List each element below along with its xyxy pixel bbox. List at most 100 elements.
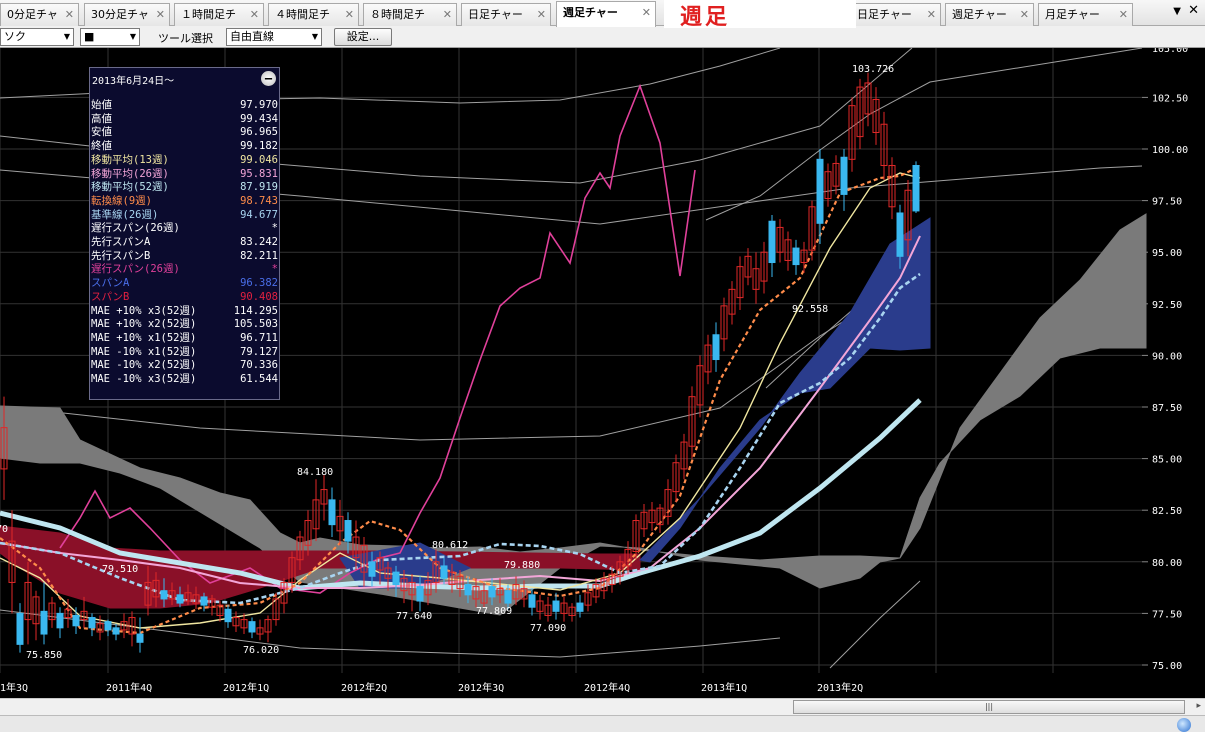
chart-tab[interactable]: 30分足チャ ✕ (84, 3, 170, 26)
candle-body (552, 600, 560, 612)
color-select[interactable]: ■ ▼ (80, 28, 140, 46)
info-row-value: 82.211 (240, 249, 278, 262)
info-row-value: 99.434 (240, 112, 278, 125)
chart-tab[interactable]: 月足チャー ✕ (1038, 3, 1133, 26)
drawing-tool-value: 自由直線 (230, 30, 274, 43)
candle-body (440, 565, 448, 579)
candle-body (56, 612, 64, 629)
candle-body (896, 212, 904, 257)
info-row-label: 移動平均(26週) (91, 167, 169, 180)
close-tab-icon[interactable]: ✕ (345, 4, 354, 25)
horizontal-scrollbar[interactable]: ||| ▸ (0, 698, 1205, 715)
info-row: 移動平均(52週) 87.919 (91, 180, 278, 194)
chevron-down-icon: ▼ (311, 32, 318, 41)
candle-body (104, 621, 112, 631)
info-row-value: 96.965 (240, 126, 278, 139)
info-row-value: 79.127 (240, 345, 278, 358)
price-annotation: 77.090 (530, 623, 566, 634)
close-tab-icon[interactable]: ✕ (1020, 4, 1029, 25)
info-row-value: 61.544 (240, 373, 278, 385)
time-axis-label: 2012年3Q (458, 681, 504, 694)
candle-body (528, 594, 536, 608)
price-annotation: 75.850 (26, 650, 62, 661)
close-tab-icon[interactable]: ✕ (537, 4, 546, 25)
chart-tab[interactable]: １時間足チ ✕ (174, 3, 264, 26)
chart-tab[interactable]: 週足チャー ✕ (945, 3, 1034, 26)
price-annotation: 79.510 (102, 564, 138, 575)
time-axis-label: 2011年4Q (106, 681, 152, 694)
candle-body (40, 610, 48, 635)
info-row-label: 遅行スパン(26週) (91, 222, 180, 235)
candle-body (576, 602, 584, 612)
candle-body (768, 220, 776, 264)
price-annotation: 80.612 (432, 540, 468, 551)
close-tab-icon[interactable]: ✕ (156, 4, 165, 25)
candle-body (504, 590, 512, 604)
scroll-right-icon[interactable]: ▸ (1196, 701, 1201, 711)
info-row-label: 高値 (91, 112, 112, 125)
chart-tab[interactable]: 0分足チャ ✕ (0, 3, 79, 26)
info-row-label: 転換線(9週) (91, 194, 152, 207)
chart-tab[interactable]: 日足チャー ✕ (850, 3, 941, 26)
drawing-tool-select[interactable]: 自由直線 ▼ (226, 28, 322, 46)
info-row-label: 移動平均(52週) (91, 181, 169, 194)
overlay-title-text: 週足 (680, 4, 731, 30)
chart-tab[interactable]: 週足チャー ✕ (556, 1, 656, 27)
chart-type-value: ソク (4, 30, 26, 43)
price-annotation: 77.809 (476, 606, 512, 617)
info-row: 始値 97.970 (91, 98, 278, 112)
candle-body (840, 156, 848, 195)
scrollbar-thumb[interactable]: ||| (793, 700, 1185, 714)
chart-tab[interactable]: ４時間足チ ✕ (268, 3, 359, 26)
info-row: 遅行スパン(26週) * (91, 221, 278, 235)
close-window-icon[interactable]: ✕ (1188, 3, 1199, 18)
info-row-label: MAE -10% x1(52週) (91, 345, 197, 358)
candle-body (16, 612, 24, 645)
chart-tab[interactable]: 日足チャー ✕ (461, 3, 551, 26)
collapse-icon[interactable]: – (261, 71, 276, 86)
price-axis-label: 105.00 (1152, 48, 1188, 55)
tab-label: 週足チャー (952, 8, 1007, 21)
price-annotation: 79.880 (504, 560, 540, 571)
info-row: 基準線(26週) 94.677 (91, 208, 278, 222)
price-annotation: 92.558 (792, 304, 828, 315)
info-row-value: 99.182 (240, 140, 278, 153)
info-row-label: 基準線(26週) (91, 208, 159, 221)
close-tab-icon[interactable]: ✕ (642, 2, 651, 23)
info-row-label: 先行スパンB (91, 249, 151, 262)
settings-button[interactable]: 設定... (334, 28, 392, 46)
price-axis-label: 80.00 (1152, 558, 1182, 569)
chart-tab[interactable]: ８時間足チ ✕ (363, 3, 457, 26)
info-row: スパンA 96.382 (91, 276, 278, 290)
close-tab-icon[interactable]: ✕ (443, 4, 452, 25)
time-axis-label: 2013年2Q (817, 681, 863, 694)
chart-type-select[interactable]: ソク ▼ (0, 28, 74, 46)
info-row-label: 移動平均(13週) (91, 153, 169, 166)
info-row-label: スパンA (91, 277, 130, 290)
overlay-title-box: 週足 (664, 0, 856, 30)
info-row-value: * (271, 222, 278, 235)
info-row: スパンB 90.408 (91, 290, 278, 304)
price-axis-label: 75.00 (1152, 661, 1182, 672)
price-axis-label: 95.00 (1152, 248, 1182, 259)
color-select-value: ■ (84, 30, 95, 43)
close-tab-icon[interactable]: ✕ (250, 4, 259, 25)
info-row-value: 99.046 (240, 153, 278, 166)
info-row-value: 95.831 (240, 167, 278, 180)
info-row-label: 先行スパンA (91, 236, 151, 248)
info-row: 先行スパンA 83.242 (91, 235, 278, 249)
close-tab-icon[interactable]: ✕ (927, 4, 936, 25)
info-row-value: 70.336 (240, 359, 278, 372)
candle-body (136, 633, 144, 643)
info-row-value: 114.295 (233, 304, 278, 317)
info-row: 終値 99.182 (91, 139, 278, 153)
chevron-down-icon: ▼ (129, 32, 136, 41)
info-panel-date: 2013年6月24日～ (92, 76, 175, 87)
close-tab-icon[interactable]: ✕ (1119, 4, 1128, 25)
tab-list-dropdown-icon[interactable]: ▼ (1173, 6, 1181, 17)
mae-envelope-line (705, 48, 1143, 221)
candle-body (112, 627, 120, 635)
candle-body (248, 621, 256, 633)
time-axis-label: 2012年1Q (223, 681, 269, 694)
close-tab-icon[interactable]: ✕ (65, 4, 74, 25)
